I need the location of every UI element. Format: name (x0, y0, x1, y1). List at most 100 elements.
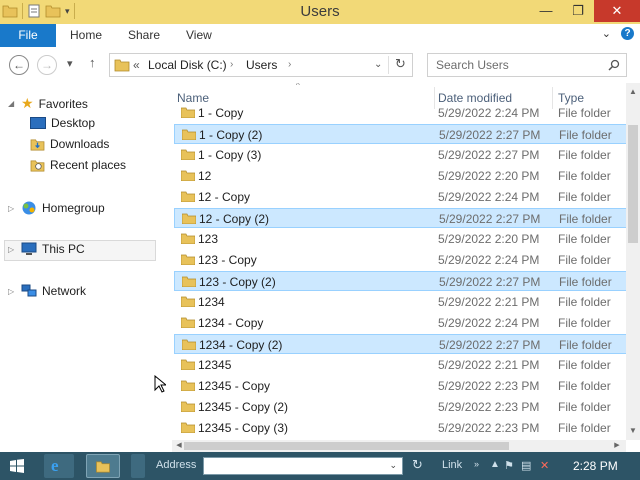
recent-locations-icon[interactable]: ▾ (67, 57, 73, 70)
file-row[interactable]: 12345 - Copy (3) 5/29/2022 2:23 PM File fo… (174, 418, 626, 438)
file-row[interactable]: 1234 - Copy 5/29/2022 2:24 PM File folder (174, 313, 626, 333)
up-arrow-icon[interactable]: ↑ (89, 55, 96, 70)
show-hidden-icons[interactable]: ▲ (490, 459, 500, 470)
star-icon: ★ (21, 95, 34, 111)
taskbar-address-input[interactable]: ⌄ (203, 457, 403, 475)
file-name: 12 (198, 169, 212, 183)
file-row[interactable]: 12 - Copy 5/29/2022 2:24 PM File folder (174, 187, 626, 207)
address-divider (388, 56, 389, 74)
nav-this-pc[interactable]: ▷ This PC (8, 242, 85, 256)
nav-label-downloads: Downloads (50, 137, 110, 151)
scroll-right-arrow-icon[interactable]: ▶ (610, 439, 624, 453)
collapsed-arrow-icon[interactable]: ▷ (8, 245, 16, 254)
folder-icon (181, 254, 195, 265)
nav-recent-places[interactable]: Recent places (30, 158, 126, 172)
forward-arrow-icon[interactable]: → (37, 55, 57, 75)
tab-file[interactable]: File (0, 24, 56, 47)
vertical-scroll-thumb[interactable] (628, 125, 638, 243)
file-row[interactable]: 123 - Copy 5/29/2022 2:24 PM File folder (174, 250, 626, 270)
file-list: ^ Name Date modified Type 1 - Copy 5/29/2… (172, 83, 626, 440)
link-toolbar-label[interactable]: Link (442, 459, 462, 471)
file-name: 12345 (198, 358, 232, 372)
address-bar[interactable]: « Local Disk (C:) › Users › ⌄ ↻ (109, 53, 413, 77)
chevron-down-icon[interactable]: ⌄ (374, 59, 382, 70)
file-type: File folder (558, 169, 611, 183)
volume-muted-icon[interactable]: ✕ (540, 459, 549, 472)
scroll-up-arrow-icon[interactable]: ▲ (626, 85, 640, 99)
explorer-taskbar-button[interactable] (86, 454, 120, 478)
chevron-down-icon[interactable]: ⌄ (389, 460, 397, 471)
network-tray-icon[interactable]: ▤ (521, 459, 531, 472)
file-date: 5/29/2022 2:24 PM (438, 106, 540, 120)
nav-favorites[interactable]: ◢ ★ Favorites (8, 95, 88, 112)
help-icon[interactable]: ? (621, 27, 634, 40)
collapsed-arrow-icon[interactable]: ▷ (8, 204, 16, 213)
collapsed-arrow-icon[interactable]: ▷ (8, 287, 16, 296)
ribbon-controls: ⌄ ? (602, 27, 634, 40)
search-icon[interactable] (608, 59, 620, 71)
file-row[interactable]: 1234 5/29/2022 2:21 PM File folder (174, 292, 626, 312)
file-row[interactable]: 123 5/29/2022 2:20 PM File folder (174, 229, 626, 249)
file-row[interactable]: 1 - Copy (3) 5/29/2022 2:27 PM File folder (174, 145, 626, 165)
tab-view[interactable]: View (186, 24, 212, 47)
expanded-arrow-icon[interactable]: ◢ (8, 99, 16, 108)
search-input[interactable]: Search Users (436, 58, 509, 72)
close-button[interactable]: ✕ (594, 0, 640, 22)
breadcrumb-local-disk[interactable]: Local Disk (C:) (148, 58, 227, 72)
file-row[interactable]: 1 - Copy (2) 5/29/2022 2:27 PM File folder (174, 124, 626, 144)
tab-home[interactable]: Home (70, 24, 102, 47)
refresh-icon[interactable]: ↻ (395, 56, 406, 72)
expand-ribbon-icon[interactable]: ⌄ (602, 27, 611, 40)
file-name: 12345 - Copy (3) (198, 421, 289, 435)
tab-share[interactable]: Share (128, 24, 160, 47)
horizontal-scroll-thumb[interactable] (184, 442, 509, 450)
file-type: File folder (558, 232, 611, 246)
breadcrumb-separator[interactable]: › (230, 59, 233, 70)
file-name: 1234 - Copy (2) (199, 338, 283, 352)
file-row[interactable]: 123 - Copy (2) 5/29/2022 2:27 PM File fold… (174, 271, 626, 291)
folder-icon (181, 296, 195, 307)
flag-icon[interactable]: ⚑ (504, 459, 514, 472)
file-row[interactable]: 12345 5/29/2022 2:21 PM File folder (174, 355, 626, 375)
nav-desktop[interactable]: Desktop (30, 116, 95, 130)
file-row[interactable]: 1 - Copy 5/29/2022 2:24 PM File folder (174, 103, 626, 123)
back-arrow-icon[interactable]: ← (9, 55, 29, 75)
file-row[interactable]: 12 - Copy (2) 5/29/2022 2:27 PM File folde… (174, 208, 626, 228)
breadcrumb-users[interactable]: Users (246, 58, 277, 72)
toolbar-handle[interactable] (131, 454, 145, 478)
file-date: 5/29/2022 2:23 PM (438, 421, 540, 435)
file-row[interactable]: 12345 - Copy (2) 5/29/2022 2:23 PM File fo… (174, 397, 626, 417)
nav-homegroup[interactable]: ▷ Homegroup (8, 200, 105, 216)
folder-icon (114, 59, 130, 72)
horizontal-scrollbar[interactable]: ◀ ▶ (172, 440, 626, 452)
folder-icon (181, 149, 195, 160)
homegroup-icon (22, 201, 36, 215)
nav-network[interactable]: ▷ Network (8, 284, 86, 298)
file-type: File folder (558, 421, 611, 435)
clock[interactable]: 2:28 PM (573, 459, 618, 473)
maximize-button[interactable]: ❐ (562, 0, 594, 22)
file-row[interactable]: 12345 - Copy 5/29/2022 2:23 PM File folder (174, 376, 626, 396)
folder-icon (181, 380, 195, 391)
downloads-icon (30, 138, 45, 150)
start-icon[interactable] (10, 459, 24, 473)
breadcrumb-separator-2[interactable]: › (288, 59, 291, 70)
nav-downloads[interactable]: Downloads (30, 137, 109, 151)
file-name: 123 - Copy (2) (199, 275, 276, 289)
search-box[interactable]: Search Users (427, 53, 627, 77)
file-type: File folder (558, 190, 611, 204)
breadcrumb-overflow[interactable]: « (133, 58, 140, 72)
file-row[interactable]: 1234 - Copy (2) 5/29/2022 2:27 PM File fol… (174, 334, 626, 354)
file-date: 5/29/2022 2:20 PM (438, 232, 540, 246)
ie-taskbar-button[interactable]: e (44, 454, 74, 478)
scroll-down-arrow-icon[interactable]: ▼ (626, 424, 640, 438)
refresh-icon[interactable]: ↻ (412, 457, 423, 473)
minimize-button[interactable]: — (530, 0, 562, 22)
file-row[interactable]: 12 5/29/2022 2:20 PM File folder (174, 166, 626, 186)
folder-icon (181, 170, 195, 181)
toolbar-overflow-icon[interactable]: » (474, 459, 479, 469)
explorer-icon (96, 461, 110, 473)
file-type: File folder (558, 379, 611, 393)
vertical-scrollbar[interactable]: ▲ ▼ (626, 83, 640, 440)
file-name: 1234 - Copy (198, 316, 264, 330)
